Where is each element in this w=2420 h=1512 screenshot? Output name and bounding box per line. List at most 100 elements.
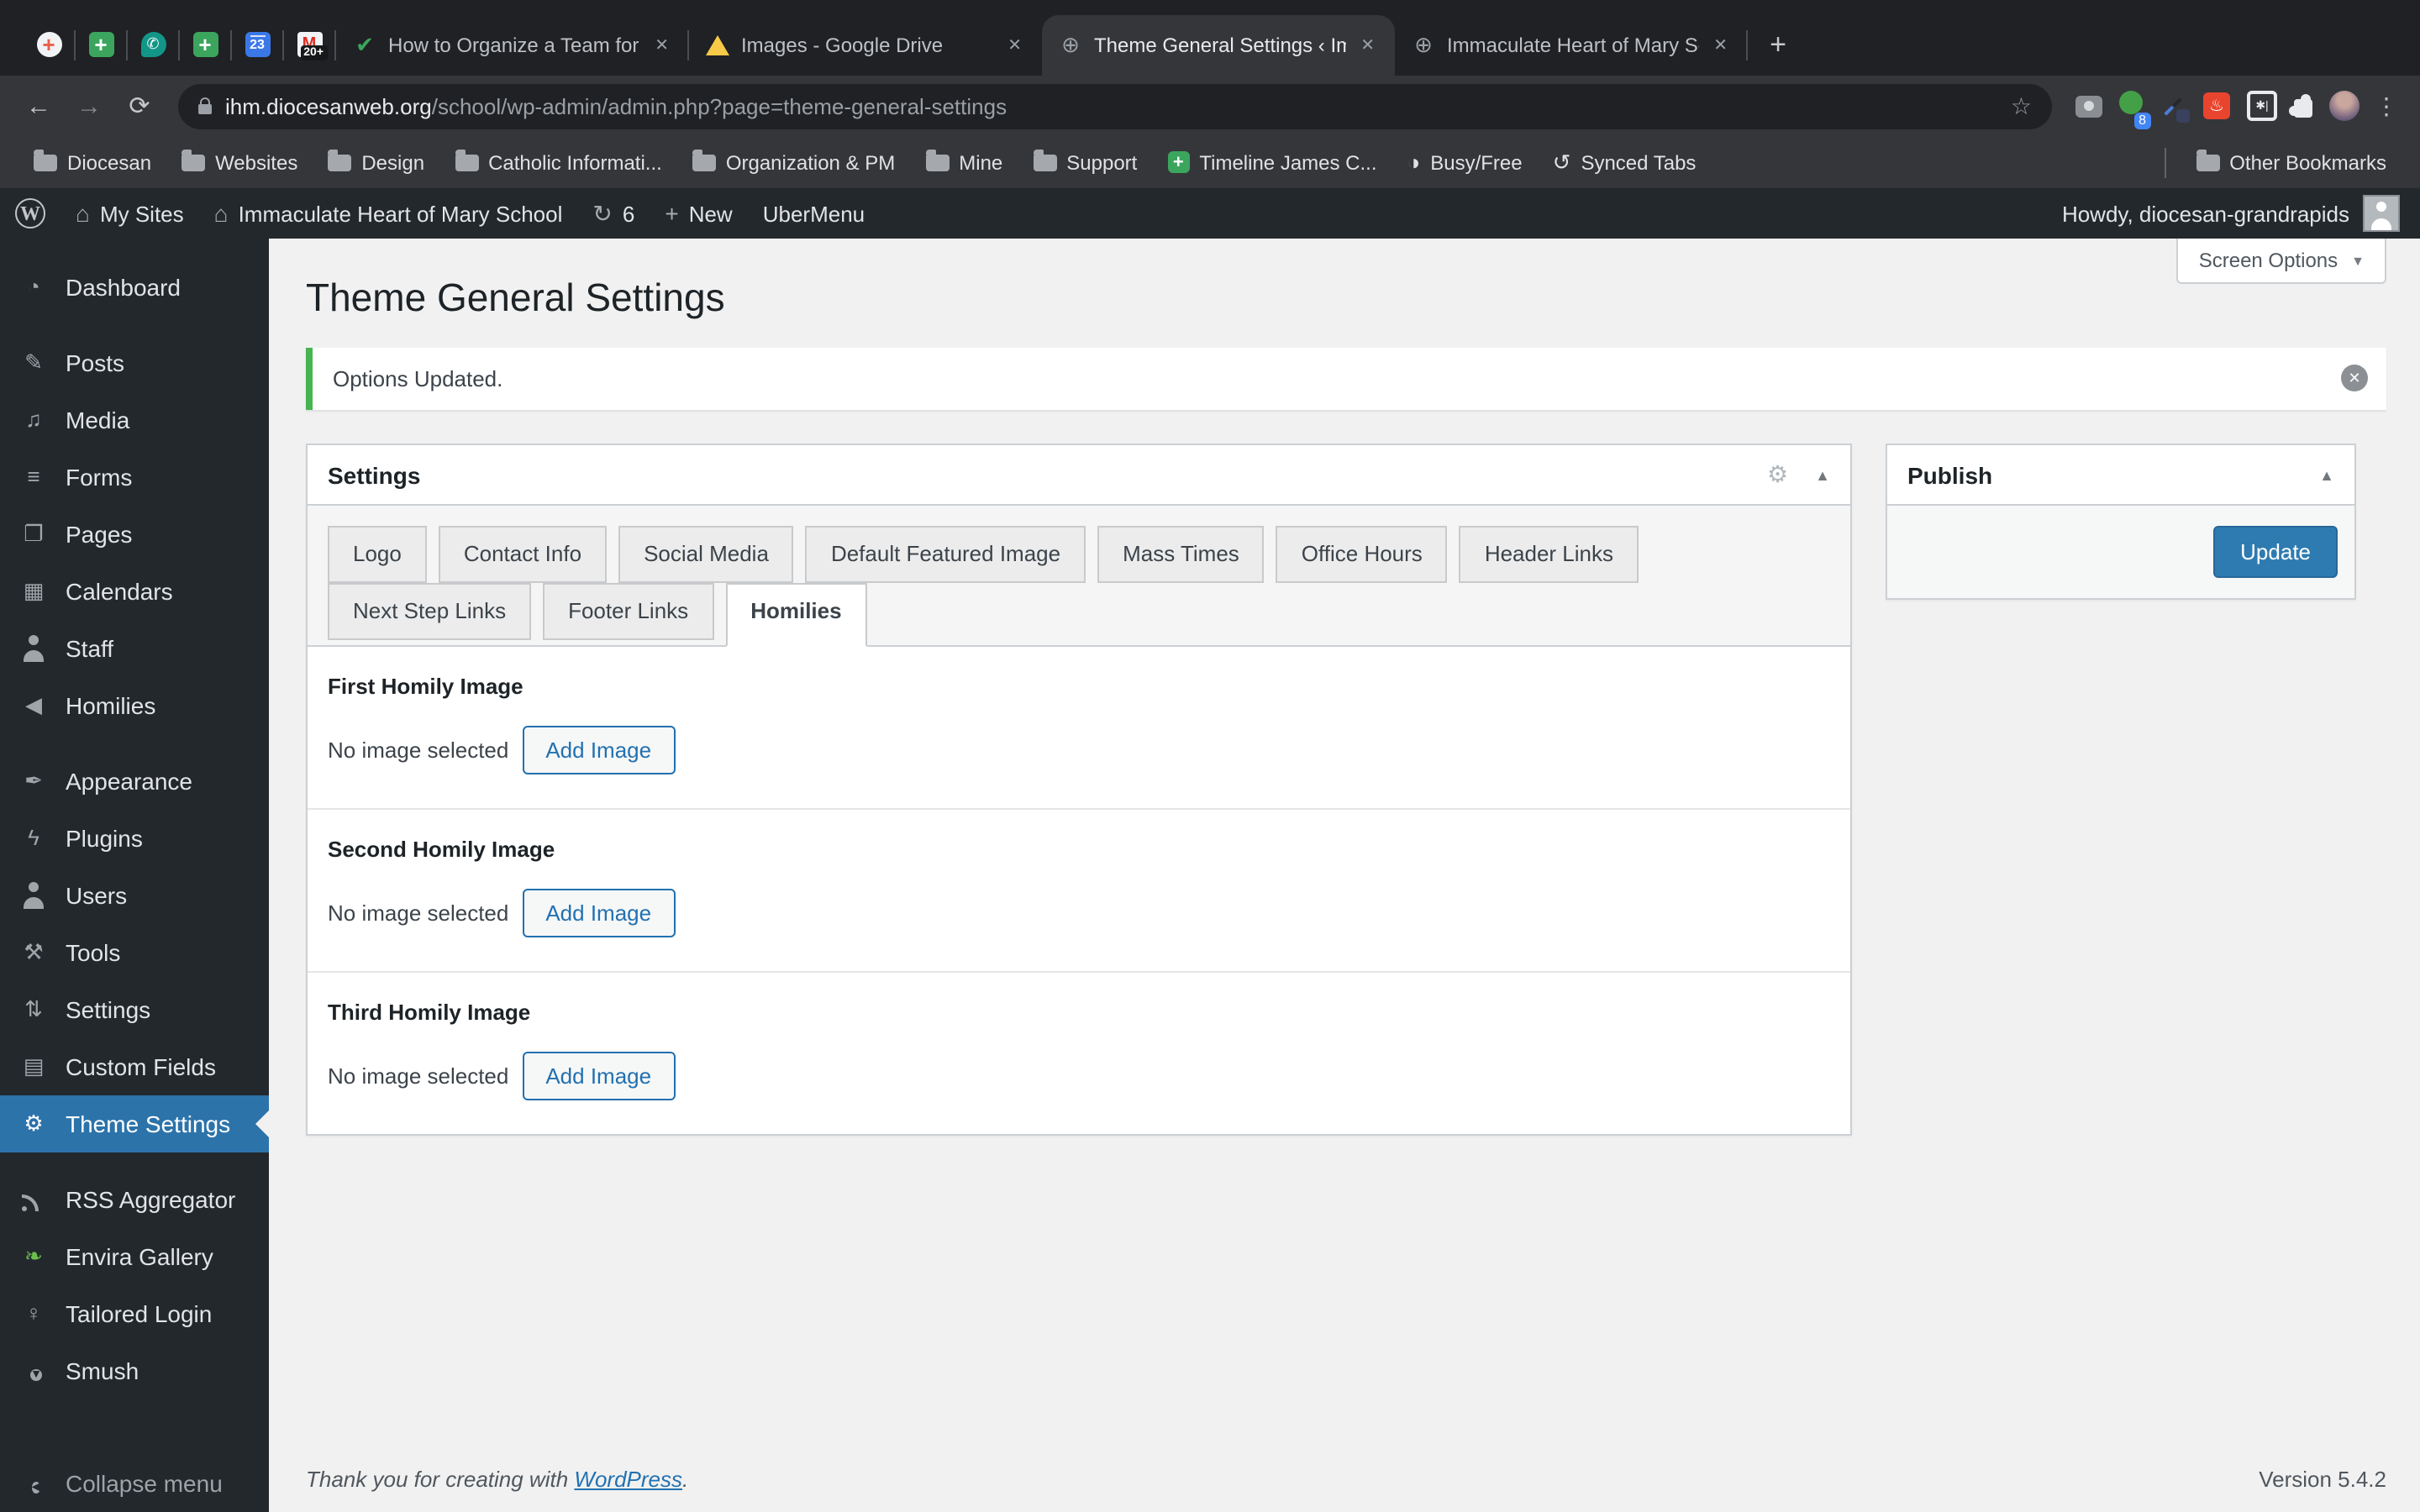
other-bookmarks[interactable]: Other Bookmarks: [2182, 145, 2400, 179]
password-vault-icon[interactable]: ✱|: [2247, 91, 2277, 121]
sidebar-item-theme-settings[interactable]: ⚙Theme Settings: [0, 1095, 269, 1152]
tab-header-links[interactable]: Header Links: [1460, 526, 1639, 583]
sidebar-item-forms[interactable]: ≡Forms: [0, 449, 269, 506]
pinned-tab-gmail[interactable]: M20+: [284, 19, 334, 70]
ubermenu-menu[interactable]: UberMenu: [748, 188, 880, 239]
second-homily-section: Second Homily Image No image selected Ad…: [308, 810, 1850, 973]
browser-tab-4[interactable]: ⊕ Immaculate Heart of Mary Sch ✕: [1395, 15, 1748, 76]
tab-footer-links[interactable]: Footer Links: [543, 583, 713, 640]
bookmark-folder-support[interactable]: Support: [1019, 145, 1150, 179]
tab-social-media[interactable]: Social Media: [618, 526, 794, 583]
address-bar[interactable]: ihm.diocesanweb.org/school/wp-admin/admi…: [178, 83, 2052, 129]
bookmark-synced-tabs[interactable]: ↺Synced Tabs: [1539, 145, 1710, 179]
sidebar-item-custom-fields[interactable]: ▤Custom Fields: [0, 1038, 269, 1095]
sidebar-item-smush[interactable]: ▼Smush: [0, 1342, 269, 1399]
bookmark-folder-diocesan[interactable]: Diocesan: [20, 145, 165, 179]
sidebar-item-rss-aggregator[interactable]: RSS Aggregator: [0, 1171, 269, 1228]
url-domain: ihm.diocesanweb.org: [225, 93, 432, 118]
bookmark-busy-free[interactable]: ◑Busy/Free: [1394, 145, 1536, 179]
sidebar-item-tailored-login[interactable]: ♀Tailored Login: [0, 1285, 269, 1342]
panel-gear-icon[interactable]: ⚙: [1767, 460, 1788, 489]
bookmark-timeline[interactable]: +Timeline James C...: [1154, 145, 1390, 179]
success-notice: Options Updated. ✕: [306, 348, 2386, 410]
sidebar-item-posts[interactable]: ✎Posts: [0, 334, 269, 391]
add-image-button-1[interactable]: Add Image: [522, 726, 675, 774]
sidebar-item-pages[interactable]: ❐Pages: [0, 506, 269, 563]
no-image-status: No image selected: [328, 1063, 508, 1089]
gmail-icon: M20+: [297, 32, 322, 57]
browser-tab-active[interactable]: ⊕ Theme General Settings ‹ Imm ✕: [1042, 15, 1395, 76]
new-tab-button[interactable]: +: [1754, 22, 1802, 69]
dismiss-notice-icon[interactable]: ✕: [2341, 365, 2368, 391]
bookmark-label: Design: [361, 150, 424, 174]
browser-tab-2[interactable]: Images - Google Drive ✕: [689, 15, 1042, 76]
bookmark-folder-catholic[interactable]: Catholic Informati...: [441, 145, 676, 179]
sidebar-item-settings[interactable]: ⇅Settings: [0, 981, 269, 1038]
sidebar-item-calendars[interactable]: ▦Calendars: [0, 563, 269, 620]
sidebar-item-appearance[interactable]: ✒Appearance: [0, 753, 269, 810]
profile-avatar[interactable]: [2329, 91, 2360, 121]
close-tab-icon[interactable]: ✕: [1357, 33, 1378, 58]
colorpicker-extension-icon[interactable]: [2160, 92, 2186, 119]
tab-office-hours[interactable]: Office Hours: [1276, 526, 1448, 583]
status-extension-icon[interactable]: 8: [2119, 91, 2143, 121]
bookmark-folder-design[interactable]: Design: [314, 145, 438, 179]
panel-collapse-icon[interactable]: ▲: [1815, 466, 1830, 483]
wordpress-link[interactable]: WordPress: [574, 1467, 682, 1492]
screen-options-button[interactable]: Screen Options▼: [2177, 239, 2386, 284]
globe-icon: ⊕: [1412, 34, 1435, 57]
tab-next-step-links[interactable]: Next Step Links: [328, 583, 531, 640]
bookmark-folder-org-pm[interactable]: Organization & PM: [679, 145, 908, 179]
update-button[interactable]: Update: [2213, 526, 2338, 578]
add-image-button-2[interactable]: Add Image: [522, 889, 675, 937]
tab-homilies[interactable]: Homilies: [725, 583, 866, 647]
browser-menu-icon[interactable]: ⋮: [2376, 92, 2396, 120]
calendar-icon: 23: [245, 32, 270, 57]
new-content-menu[interactable]: +New: [650, 188, 747, 239]
back-button[interactable]: ←: [17, 84, 60, 128]
bookmark-star-icon[interactable]: ☆: [2011, 92, 2032, 120]
wp-logo-menu[interactable]: W: [0, 188, 60, 239]
sidebar-item-tools[interactable]: ⚒Tools: [0, 924, 269, 981]
pinned-tab-sheets-1[interactable]: +: [76, 19, 126, 70]
sidebar-item-envira-gallery[interactable]: ❧Envira Gallery: [0, 1228, 269, 1285]
extension-badge: 8: [2133, 113, 2151, 129]
flame-extension-icon[interactable]: ♨: [2203, 92, 2230, 119]
version-text: Version 5.4.2: [2259, 1467, 2386, 1492]
bookmark-folder-mine[interactable]: Mine: [912, 145, 1016, 179]
tab-mass-times[interactable]: Mass Times: [1097, 526, 1265, 583]
reload-button[interactable]: ⟳: [118, 84, 161, 128]
tab-contact-info[interactable]: Contact Info: [439, 526, 607, 583]
screenshot-extension-icon[interactable]: [2075, 95, 2102, 117]
pinned-tab-google-plus[interactable]: +: [24, 19, 74, 70]
close-tab-icon[interactable]: ✕: [1004, 33, 1025, 58]
phone-bubble-icon: ✆: [140, 32, 166, 57]
user-avatar: [2363, 195, 2400, 232]
menu-separator: [0, 316, 269, 334]
sidebar-item-dashboard[interactable]: ◔Dashboard: [0, 259, 269, 316]
updates-menu[interactable]: ↻6: [577, 188, 650, 239]
tab-default-featured-image[interactable]: Default Featured Image: [806, 526, 1086, 583]
pinned-tab-calendar[interactable]: 23: [232, 19, 282, 70]
lock-icon[interactable]: [198, 104, 212, 114]
pinned-tab-voice[interactable]: ✆: [128, 19, 178, 70]
browser-tab-1[interactable]: ✔ How to Organize a Team for Lo ✕: [336, 15, 689, 76]
sidebar-item-plugins[interactable]: ϟPlugins: [0, 810, 269, 867]
howdy-account-menu[interactable]: Howdy, diocesan-grandrapids: [2042, 195, 2420, 232]
panel-collapse-icon[interactable]: ▲: [2319, 466, 2334, 483]
collapse-menu-button[interactable]: ◀Collapse menu: [0, 1455, 269, 1512]
site-name-menu[interactable]: ⌂Immaculate Heart of Mary School: [199, 188, 578, 239]
forward-button[interactable]: →: [67, 84, 111, 128]
sidebar-item-media[interactable]: ♫Media: [0, 391, 269, 449]
tab-logo[interactable]: Logo: [328, 526, 427, 583]
close-tab-icon[interactable]: ✕: [1710, 33, 1731, 58]
extensions-puzzle-icon[interactable]: [2294, 99, 2312, 118]
pinned-tab-sheets-2[interactable]: +: [180, 19, 230, 70]
my-sites-menu[interactable]: ⌂My Sites: [60, 188, 199, 239]
close-tab-icon[interactable]: ✕: [651, 33, 672, 58]
sidebar-item-users[interactable]: Users: [0, 867, 269, 924]
sidebar-item-staff[interactable]: Staff: [0, 620, 269, 677]
bookmark-folder-websites[interactable]: Websites: [168, 145, 311, 179]
add-image-button-3[interactable]: Add Image: [522, 1052, 675, 1100]
sidebar-item-homilies[interactable]: ◀Homilies: [0, 677, 269, 734]
